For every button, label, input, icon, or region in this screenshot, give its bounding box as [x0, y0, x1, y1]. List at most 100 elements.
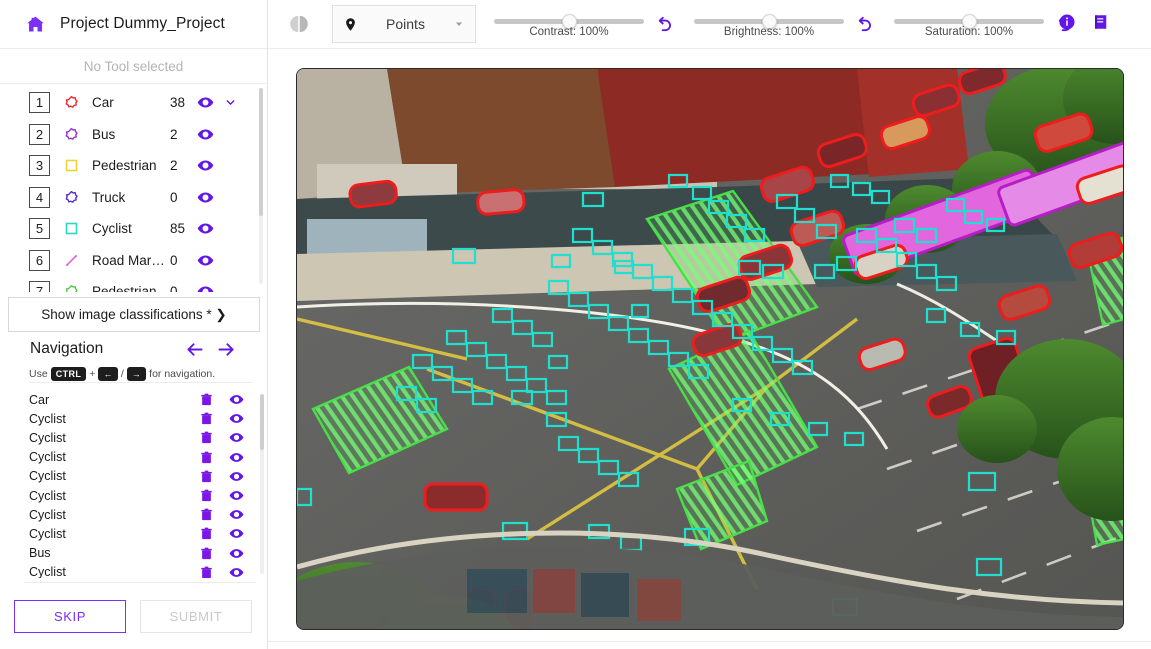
saturation-slider[interactable]: Saturation: 100% [894, 5, 1044, 43]
class-row-car[interactable]: 1 Car 38 [0, 87, 267, 119]
trash-icon[interactable] [198, 564, 214, 578]
annotation-label: Car [29, 392, 50, 407]
navigation-hint: Use CTRL + ← / → for navigation. [0, 367, 268, 381]
key-arrow-left: ← [98, 367, 118, 381]
class-list-scrollbar[interactable] [259, 88, 263, 284]
class-index: 7 [29, 281, 50, 292]
class-row-cyclist[interactable]: 5 Cyclist 85 [0, 213, 267, 245]
contrast-slider-label: Contrast: 100% [529, 26, 609, 38]
divider [29, 382, 253, 383]
trash-icon[interactable] [198, 507, 214, 523]
reset-contrast-icon[interactable] [650, 11, 676, 37]
canvas-area[interactable] [268, 49, 1151, 649]
scrollbar-thumb[interactable] [259, 88, 263, 216]
brightness-slider[interactable]: Brightness: 100% [694, 5, 844, 43]
tool-select[interactable]: Points [332, 5, 476, 43]
class-count: 0 [170, 284, 178, 292]
annotation-row[interactable]: Cyclist [0, 467, 268, 486]
bottom-strip [268, 641, 1151, 649]
eye-icon[interactable] [228, 430, 244, 446]
class-index: 3 [29, 155, 50, 177]
annotation-row[interactable]: Cyclist [0, 505, 268, 524]
eye-icon[interactable] [228, 545, 244, 561]
info-icon[interactable] [1057, 12, 1077, 32]
trash-icon[interactable] [198, 545, 214, 561]
class-index: 4 [29, 186, 50, 208]
annotation-row[interactable]: Cyclist [0, 448, 268, 467]
chevron-down-icon[interactable] [222, 95, 238, 111]
annotation-row[interactable]: Bus [0, 544, 268, 563]
annotation-list-scrollbar[interactable] [260, 394, 264, 574]
eye-icon[interactable] [196, 220, 214, 238]
eye-icon[interactable] [196, 157, 214, 175]
eye-icon[interactable] [196, 125, 214, 143]
class-count: 0 [170, 252, 178, 268]
class-row-pedestrian[interactable]: 7 Pedestrian 0 [0, 276, 267, 292]
reset-brightness-icon[interactable] [850, 11, 876, 37]
class-list[interactable]: 1 Car 38 2 Bus 2 3 Pedestrian 2 4 Truck 0 5 Cyclist 85… [0, 84, 267, 292]
skip-button[interactable]: SKIP [14, 599, 126, 633]
submit-button[interactable]: SUBMIT [140, 599, 252, 633]
annotation-row[interactable]: Cyclist [0, 428, 268, 447]
arrow-left-icon[interactable] [182, 337, 206, 361]
nav-hint-sep: / [120, 368, 124, 380]
eye-icon[interactable] [228, 411, 244, 427]
class-count: 38 [170, 95, 186, 111]
chevron-down-icon [452, 17, 466, 31]
trash-icon[interactable] [198, 430, 214, 446]
class-index: 1 [29, 92, 50, 114]
eye-icon[interactable] [196, 283, 214, 292]
contrast-slider[interactable]: Contrast: 100% [494, 5, 644, 43]
class-row-truck[interactable]: 4 Truck 0 [0, 182, 267, 214]
saturation-slider-label: Saturation: 100% [924, 26, 1014, 38]
polygon-icon [63, 189, 79, 205]
eye-icon[interactable] [196, 94, 214, 112]
eye-icon[interactable] [228, 526, 244, 542]
class-label: Pedestrian [92, 158, 157, 174]
annotation-row[interactable]: Car [0, 390, 268, 409]
annotation-row[interactable]: Cyclist [0, 524, 268, 543]
trash-icon[interactable] [198, 468, 214, 484]
eye-icon[interactable] [196, 188, 214, 206]
home-icon[interactable] [24, 13, 46, 35]
eye-icon[interactable] [228, 507, 244, 523]
bbox-icon [63, 158, 79, 174]
class-count: 85 [170, 221, 186, 237]
show-image-classifications-button[interactable]: Show image classifications * ❯ [8, 297, 260, 332]
class-label: Bus [92, 126, 116, 142]
project-header: Project Dummy_Project [0, 0, 267, 49]
trash-icon[interactable] [198, 392, 214, 408]
trash-icon[interactable] [198, 488, 214, 504]
class-index: 2 [29, 123, 50, 145]
annotation-row[interactable]: Cyclist [0, 409, 268, 428]
navigation-title: Navigation [30, 340, 104, 357]
eye-icon[interactable] [228, 449, 244, 465]
toolbar-right-icons [1057, 12, 1111, 32]
scrollbar-thumb[interactable] [260, 394, 264, 450]
eye-icon[interactable] [228, 564, 244, 578]
show-image-classifications-label: Show image classifications * ❯ [41, 306, 227, 322]
annotation-row[interactable]: Cyclist [0, 563, 268, 578]
submit-button-label: SUBMIT [169, 608, 223, 624]
nav-hint-prefix: Use [29, 368, 48, 380]
slider-group-saturation: Saturation: 100% [894, 5, 1076, 43]
book-icon[interactable] [1091, 12, 1111, 32]
aerial-traffic-image[interactable] [297, 69, 1124, 630]
annotation-label: Cyclist [29, 469, 66, 484]
contrast-split-icon[interactable] [280, 5, 318, 43]
annotation-list[interactable]: Car Cyclist Cyclist Cyclist Cyclist Cyclist Cy… [0, 390, 268, 578]
trash-icon[interactable] [198, 526, 214, 542]
eye-icon[interactable] [228, 392, 244, 408]
annotation-image-canvas[interactable] [296, 68, 1124, 630]
eye-icon[interactable] [228, 488, 244, 504]
annotation-row[interactable]: Cyclist [0, 486, 268, 505]
class-row-roadmar[interactable]: 6 Road Mar… 0 [0, 245, 267, 277]
eye-icon[interactable] [228, 468, 244, 484]
class-row-bus[interactable]: 2 Bus 2 [0, 119, 267, 151]
annotation-label: Cyclist [29, 450, 66, 465]
class-row-pedestrian[interactable]: 3 Pedestrian 2 [0, 150, 267, 182]
eye-icon[interactable] [196, 251, 214, 269]
trash-icon[interactable] [198, 449, 214, 465]
trash-icon[interactable] [198, 411, 214, 427]
arrow-right-icon[interactable] [214, 337, 238, 361]
